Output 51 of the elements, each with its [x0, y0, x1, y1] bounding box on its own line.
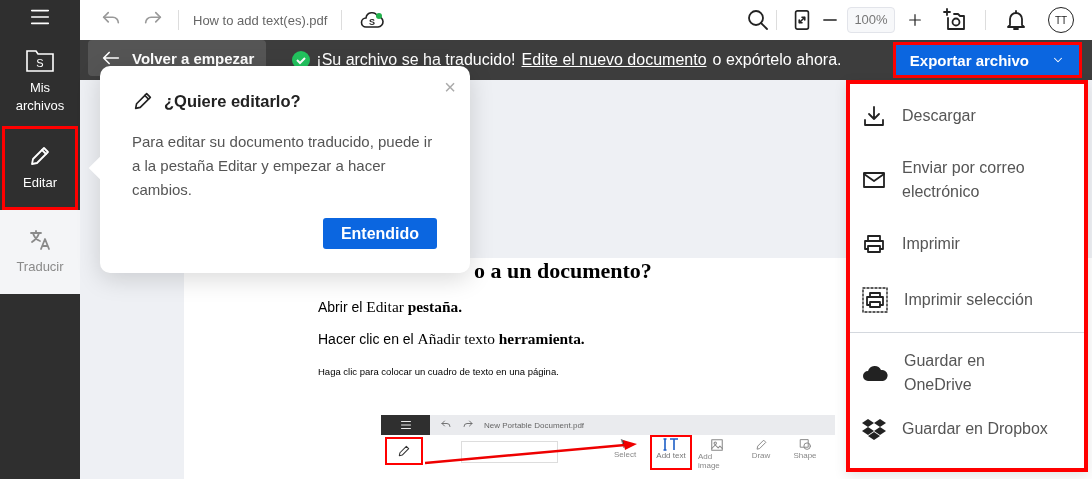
- minus-icon: [823, 19, 837, 21]
- folder-icon: S: [25, 47, 55, 74]
- export-menu-item[interactable]: Descargar: [850, 88, 1084, 144]
- add-photo-button[interactable]: [943, 8, 967, 32]
- embedded-tool: Add image: [698, 435, 736, 470]
- text-tool-icon: [663, 438, 679, 451]
- document-line: Haga clic para colocar un cuadro de texto en una página.: [318, 366, 559, 377]
- export-hint: o expórtelo ahora.: [712, 51, 842, 69]
- search-icon: [746, 8, 770, 32]
- embedded-tool: Shape: [786, 435, 824, 470]
- cloud-sync-icon: S: [360, 10, 385, 30]
- embedded-tool: Draw: [742, 435, 780, 470]
- popover-text: Para editar su documento traducido, puede ir a la pestaña Editar y empezar a hacer cambios.: [132, 132, 434, 200]
- open-box-icon: [862, 418, 886, 440]
- embedded-file-name: New Portable Document.pdf: [484, 420, 585, 430]
- export-menu-item[interactable]: Enviar por correo electrónico: [850, 144, 1084, 216]
- embedded-tool: Select: [606, 435, 644, 470]
- sidebar-item[interactable]: S Mis archivos: [2, 36, 78, 126]
- cloud-icon: [862, 364, 888, 382]
- menu-icon: [399, 419, 412, 431]
- sidebar-item[interactable]: Editar: [2, 126, 78, 210]
- download-icon: [862, 104, 886, 128]
- pencil-icon: [754, 438, 768, 451]
- camera-plus-icon: [943, 8, 967, 32]
- export-menu-item[interactable]: Imprimir: [850, 216, 1084, 272]
- document-line: Hacer clic en el Añadir texto herramienta.: [318, 330, 585, 348]
- shape-icon: [798, 438, 812, 451]
- file-name: How to add text(es).pdf: [193, 12, 328, 28]
- image-icon: [710, 438, 724, 452]
- document-line: Abrir el Editar pestaña.: [318, 298, 462, 316]
- dashed-printer-icon: [862, 287, 888, 313]
- export-menu-item[interactable]: Imprimir selección: [850, 272, 1084, 328]
- got-it-button[interactable]: Entendido: [323, 218, 437, 249]
- notifications-button[interactable]: [1004, 8, 1028, 32]
- popover-title: ¿Quiere editarlo?: [164, 91, 301, 111]
- export-menu-item[interactable]: Guardar en Dropbox: [850, 401, 1084, 457]
- printer-icon: [862, 232, 886, 256]
- zoom-field[interactable]: 100%: [847, 7, 895, 33]
- search-button[interactable]: [746, 8, 770, 32]
- success-message: ¡Su archivo se ha traducido!: [316, 51, 516, 69]
- plus-icon: [907, 12, 923, 28]
- document-heading: o a un documento?: [474, 258, 652, 284]
- embedded-tool: Add text: [650, 435, 692, 470]
- export-menu-item[interactable]: Guardar en OneDrive: [850, 345, 1084, 401]
- pencil-icon: [397, 444, 411, 458]
- translate-icon: [28, 228, 52, 253]
- bell-icon: [1004, 8, 1028, 32]
- zoom-in-button[interactable]: [907, 12, 923, 28]
- export-button[interactable]: Exportar archivo: [892, 42, 1082, 78]
- pencil-icon: [132, 90, 154, 112]
- edit-document-link[interactable]: Edite el nuevo documento: [521, 51, 707, 69]
